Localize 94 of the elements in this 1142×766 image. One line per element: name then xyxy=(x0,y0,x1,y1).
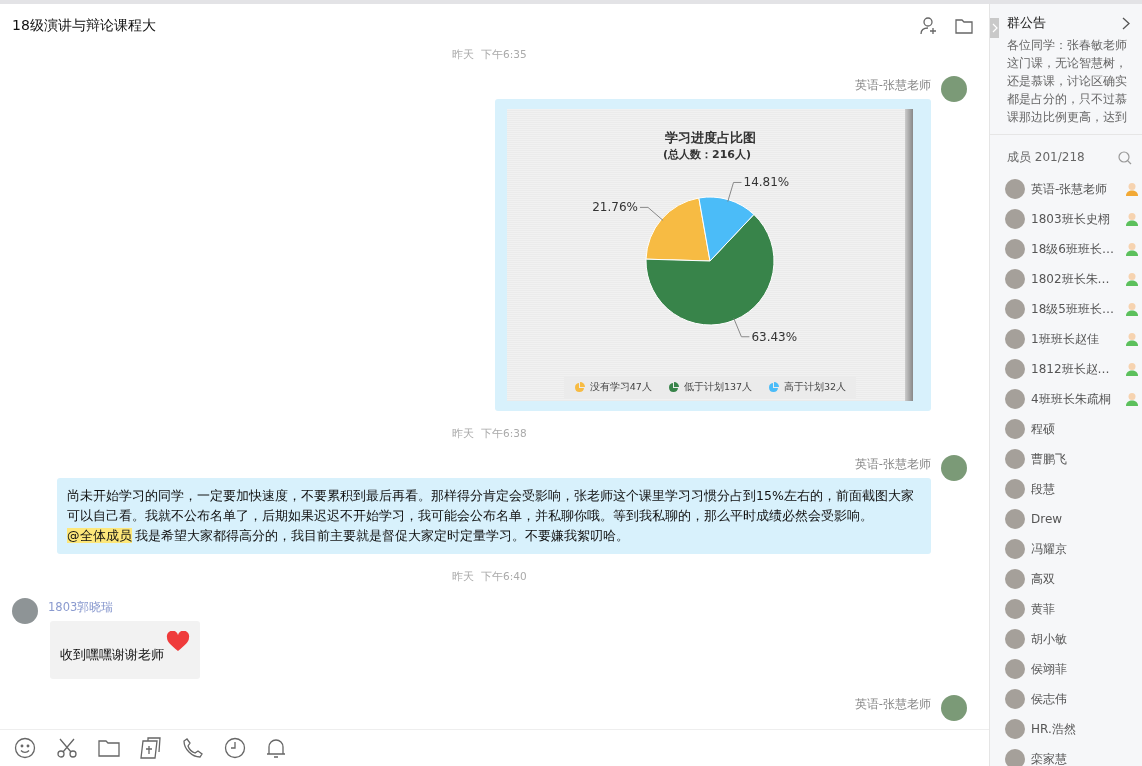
screenshot-icon[interactable] xyxy=(140,737,162,759)
member-avatar[interactable] xyxy=(1005,239,1025,259)
member-name[interactable]: 高双 xyxy=(1031,570,1119,588)
leader-line xyxy=(727,181,742,203)
collapse-tab[interactable] xyxy=(990,18,999,38)
member-avatar[interactable] xyxy=(1005,479,1025,499)
search-icon[interactable] xyxy=(1118,150,1132,165)
announcement-text: 各位同学：张春敏老师这门课，无论智慧树，还是慕课，讨论区确实都是占分的，只不过慕课那边比例更高，达到 xyxy=(1007,37,1128,126)
member-name[interactable]: 18级6班班长… xyxy=(1031,240,1119,258)
chart-title: 学习进度占比图 xyxy=(664,129,756,147)
member-name[interactable]: 1812班长赵… xyxy=(1031,360,1119,378)
pie-value-label: 21.76% xyxy=(592,200,638,215)
chart-subtitle: (总人数：216人) xyxy=(663,147,751,162)
heart-icon xyxy=(166,631,190,652)
member-avatar[interactable] xyxy=(1005,209,1025,229)
legend-label: 高于计划32人 xyxy=(784,381,847,394)
member-avatar[interactable] xyxy=(1005,419,1025,439)
member-name[interactable]: 侯翊菲 xyxy=(1031,660,1119,678)
sender-name: 1803郭晓瑞 xyxy=(48,600,115,615)
member-name[interactable]: 英语-张慧老师 xyxy=(1031,180,1119,198)
member-name[interactable]: 曹鹏飞 xyxy=(1031,450,1119,468)
person-icon xyxy=(1125,332,1139,346)
member-avatar[interactable] xyxy=(1005,689,1025,709)
legend-pie-icon xyxy=(768,382,780,393)
member-avatar[interactable] xyxy=(1005,449,1025,469)
member-avatar[interactable] xyxy=(1005,179,1025,199)
member-avatar[interactable] xyxy=(1005,299,1025,319)
member-avatar[interactable] xyxy=(1005,389,1025,409)
mention-link[interactable]: @全体成员 xyxy=(67,528,132,543)
folder-icon[interactable] xyxy=(955,18,973,34)
message-text: 尚未开始学习的同学，一定要加快速度，不要累积到最后再看。那样得分肯定会受影响，张老师这个课里学习习惯分占到15%左右的，前面截图大家可以自己看。我就不公布名单了，后期如果迟迟不开始学习，我可能会公布名单，并私聊你哦。等到我私聊的，那么平时成绩必然会受影响。 @全体成员 我是希望大家都得高分的，我目前主要就是督促大家定时定量学习。不要嫌我絮叨哈。 xyxy=(67,487,915,545)
bell-icon[interactable] xyxy=(266,737,286,759)
person-icon xyxy=(1125,242,1139,256)
member-name[interactable]: 胡小敏 xyxy=(1031,630,1119,648)
member-name[interactable]: 4班班长朱疏桐 xyxy=(1031,390,1119,408)
person-icon xyxy=(1125,362,1139,376)
avatar[interactable] xyxy=(12,598,38,624)
member-avatar[interactable] xyxy=(1005,269,1025,289)
person-icon xyxy=(1125,302,1139,316)
leader-line xyxy=(639,206,664,221)
member-name[interactable]: 1班班长赵佳 xyxy=(1031,330,1119,348)
timestamp: 昨天 下午6:40 xyxy=(452,570,527,584)
scissors-icon[interactable] xyxy=(56,737,78,759)
member-name[interactable]: 黄菲 xyxy=(1031,600,1119,618)
sender-name: 英语-张慧老师 xyxy=(854,457,931,472)
member-avatar[interactable] xyxy=(1005,719,1025,739)
member-name[interactable]: 程硕 xyxy=(1031,420,1119,438)
pie-value-label: 63.43% xyxy=(751,329,798,344)
member-name[interactable]: HR.浩然 xyxy=(1031,720,1119,738)
clock-icon[interactable] xyxy=(224,737,246,759)
avatar[interactable] xyxy=(941,76,967,102)
legend-label: 低于计划137人 xyxy=(683,381,753,394)
emoji-icon[interactable] xyxy=(14,737,36,759)
legend-pie-icon xyxy=(667,382,679,393)
member-name[interactable]: 冯耀京 xyxy=(1031,540,1119,558)
chat-title: 18级演讲与辩论课程大 xyxy=(12,17,156,35)
member-avatar[interactable] xyxy=(1005,539,1025,559)
member-name[interactable]: 1803班长史栩 xyxy=(1031,210,1119,228)
person-icon xyxy=(1125,182,1139,196)
member-name[interactable]: 段慧 xyxy=(1031,480,1119,498)
add-member-icon[interactable] xyxy=(919,16,939,36)
member-name[interactable]: Drew xyxy=(1031,512,1119,526)
member-avatar[interactable] xyxy=(1005,659,1025,679)
phone-icon[interactable] xyxy=(182,737,204,759)
sender-name: 英语-张慧老师 xyxy=(854,78,931,93)
member-avatar[interactable] xyxy=(1005,599,1025,619)
member-avatar[interactable] xyxy=(1005,569,1025,589)
avatar[interactable] xyxy=(941,695,967,721)
announcement-title[interactable]: 群公告 xyxy=(1007,14,1046,32)
timestamp: 昨天 下午6:35 xyxy=(452,48,527,62)
member-avatar[interactable] xyxy=(1005,509,1025,529)
avatar[interactable] xyxy=(941,455,967,481)
legend-label: 没有学习47人 xyxy=(589,381,652,394)
folder-icon[interactable] xyxy=(98,738,120,758)
pie-value-label: 14.81% xyxy=(743,175,790,190)
person-icon xyxy=(1125,272,1139,286)
member-avatar[interactable] xyxy=(1005,359,1025,379)
member-avatar[interactable] xyxy=(1005,329,1025,349)
leader-line xyxy=(733,317,750,338)
member-count: 成员 201/218 xyxy=(1007,149,1085,166)
member-avatar[interactable] xyxy=(1005,629,1025,649)
chevron-right-icon[interactable] xyxy=(1122,16,1130,30)
person-icon xyxy=(1125,392,1139,406)
member-name[interactable]: 侯志伟 xyxy=(1031,690,1119,708)
message-text: 收到嘿嘿谢谢老师 xyxy=(60,646,164,664)
legend-pie-icon xyxy=(573,382,585,393)
chevron-right-icon xyxy=(991,23,998,33)
timestamp: 昨天 下午6:38 xyxy=(452,427,527,441)
person-icon xyxy=(1125,212,1139,226)
member-avatar[interactable] xyxy=(1005,749,1025,766)
member-name[interactable]: 1802班长朱… xyxy=(1031,270,1119,288)
member-name[interactable]: 栾家慧 xyxy=(1031,750,1119,766)
sender-name: 英语-张慧老师 xyxy=(854,697,931,712)
member-name[interactable]: 18级5班班长… xyxy=(1031,300,1119,318)
